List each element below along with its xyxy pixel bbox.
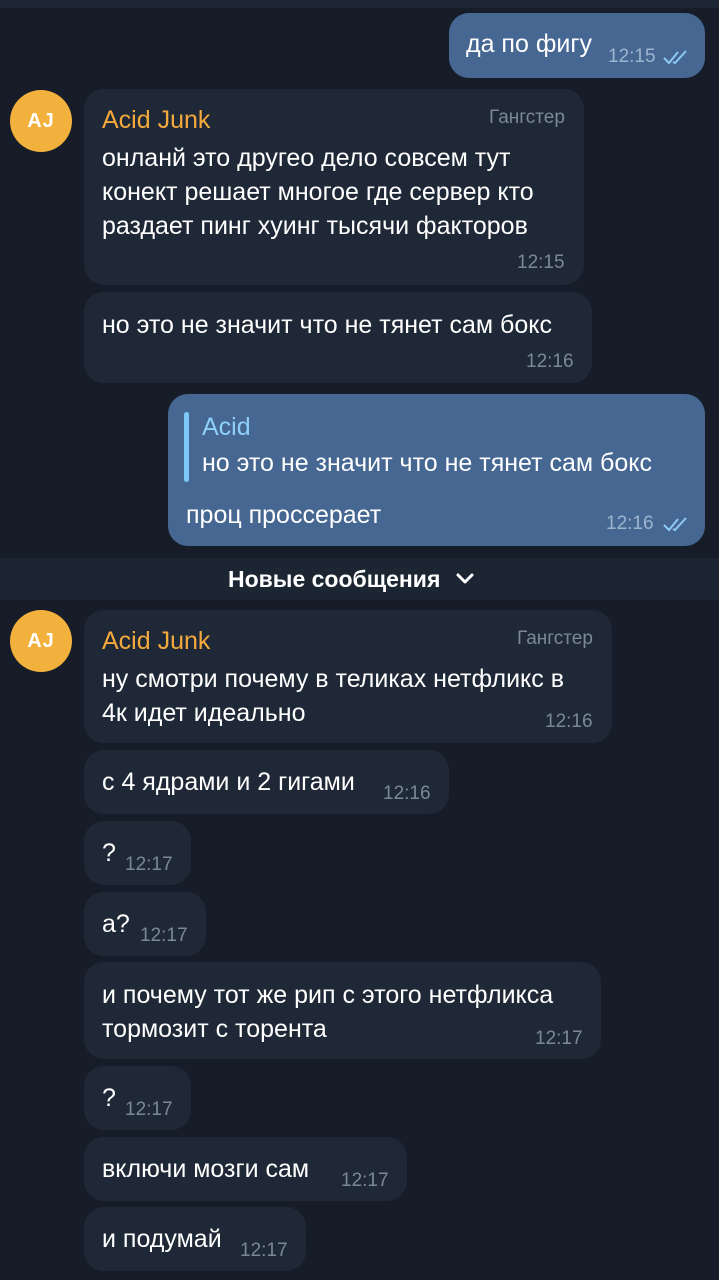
- message-time: 12:16: [606, 513, 654, 534]
- reply-sender-name[interactable]: Acid: [202, 412, 251, 442]
- message-bubble-incoming[interactable]: Acid Junk Гангстер ну смотри почему в те…: [84, 610, 612, 743]
- chevron-down-icon[interactable]: [455, 572, 475, 586]
- message-bubble-outgoing[interactable]: да по фигу 12:15: [449, 13, 705, 78]
- reply-quote-text[interactable]: но это не значит что не тянет сам бокс: [202, 448, 652, 478]
- message-bubble-incoming[interactable]: ? 12:17: [84, 1066, 191, 1130]
- message-text: но это не значит что не тянет сам бокс: [102, 311, 552, 339]
- message-text: ?: [102, 839, 116, 867]
- message-bubble-incoming[interactable]: Acid Junk Гангстер онланй это другео дел…: [84, 89, 584, 285]
- message-bubble-incoming[interactable]: и почему тот же рип с этого нетфликса то…: [84, 962, 601, 1059]
- message-bubble-incoming[interactable]: но это не значит что не тянет сам бокс 1…: [84, 292, 592, 383]
- message-text: да по фигу: [466, 30, 592, 58]
- message-time: 12:15: [608, 46, 656, 67]
- avatar[interactable]: AJ: [10, 610, 72, 672]
- message-text: ну смотри почему в теликах нетфликс в 4к…: [102, 665, 564, 727]
- message-bubble-incoming[interactable]: и подумай 12:17: [84, 1207, 306, 1271]
- message-bubble-incoming[interactable]: включи мозги сам 12:17: [84, 1137, 407, 1201]
- new-messages-label: Новые сообщения: [228, 566, 441, 592]
- message-text: включи мозги сам: [102, 1155, 310, 1183]
- message-time: 12:17: [341, 1170, 389, 1191]
- message-time: 12:17: [125, 1099, 173, 1120]
- sender-name[interactable]: Acid Junk: [102, 105, 210, 135]
- sender-role-badge: Гангстер: [517, 628, 593, 649]
- sender-name[interactable]: Acid Junk: [102, 626, 210, 656]
- top-bar-strip: [0, 0, 719, 8]
- message-bubble-incoming[interactable]: а? 12:17: [84, 892, 206, 956]
- double-check-icon: [663, 50, 687, 65]
- reply-quote-bar: [184, 412, 189, 482]
- avatar[interactable]: AJ: [10, 90, 72, 152]
- message-time: 12:16: [526, 351, 574, 372]
- message-time: 12:15: [517, 252, 565, 273]
- message-time: 12:17: [140, 925, 188, 946]
- message-text: и подумай: [102, 1225, 222, 1253]
- message-time: 12:16: [383, 783, 431, 804]
- double-check-icon: [663, 517, 687, 532]
- message-time: 12:17: [535, 1028, 583, 1049]
- message-time: 12:17: [125, 854, 173, 875]
- message-text: и почему тот же рип с этого нетфликса то…: [102, 981, 554, 1043]
- message-text: с 4 ядрами и 2 гигами: [102, 768, 355, 796]
- new-messages-divider[interactable]: Новые сообщения: [0, 558, 719, 600]
- message-bubble-incoming[interactable]: с 4 ядрами и 2 гигами 12:16: [84, 750, 449, 814]
- message-text: онланй это другео дело совсем тут конект…: [102, 144, 534, 240]
- message-text: проц проссерает: [186, 501, 382, 529]
- message-text: а?: [102, 910, 130, 938]
- message-text: ?: [102, 1084, 116, 1112]
- message-bubble-outgoing[interactable]: Acid но это не значит что не тянет сам б…: [168, 394, 705, 546]
- message-time: 12:17: [240, 1240, 288, 1261]
- message-bubble-incoming[interactable]: ? 12:17: [84, 821, 191, 885]
- sender-role-badge: Гангстер: [489, 107, 565, 128]
- message-time: 12:16: [545, 711, 593, 732]
